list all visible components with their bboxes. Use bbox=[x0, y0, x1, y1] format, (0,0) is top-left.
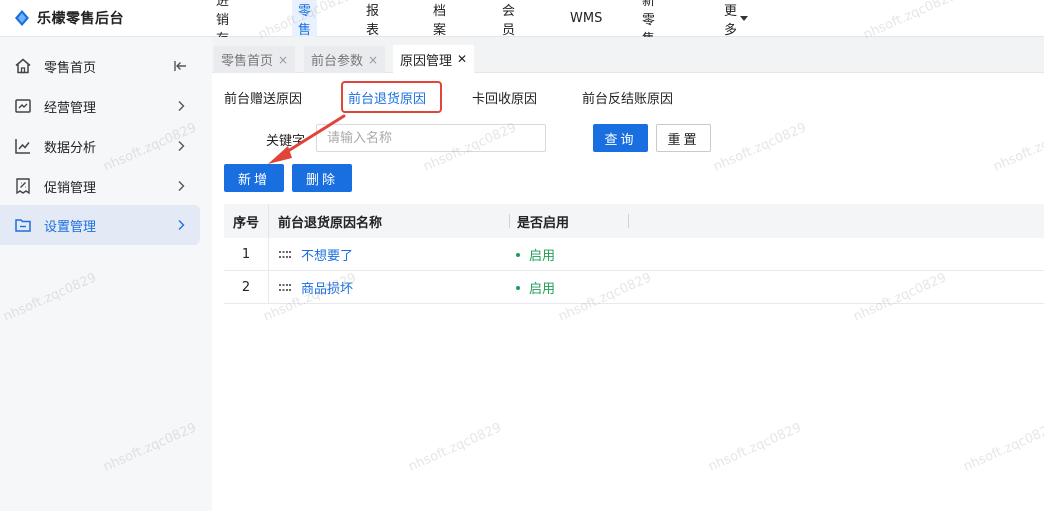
reason-tab-card-recycle[interactable]: 卡回收原因 bbox=[472, 88, 537, 107]
tab-retail-home[interactable]: 零售首页 × bbox=[214, 46, 296, 73]
sidebar-item-label: 零售首页 bbox=[44, 60, 97, 76]
row-index: 1 bbox=[241, 247, 251, 262]
sidebar-item-operations[interactable]: 经营管理 bbox=[0, 86, 200, 126]
close-icon[interactable]: × bbox=[278, 53, 288, 67]
collapse-icon[interactable] bbox=[174, 60, 188, 72]
close-icon[interactable]: ✕ bbox=[457, 52, 467, 66]
add-button[interactable]: 新增 bbox=[224, 164, 284, 192]
watermark: nhsoft.zqc0829 bbox=[711, 120, 809, 175]
query-button[interactable]: 查询 bbox=[593, 124, 648, 152]
chevron-right-icon bbox=[178, 101, 185, 111]
sidebar-item-promotions[interactable]: 促销管理 bbox=[0, 166, 200, 206]
tab-label: 原因管理 bbox=[400, 53, 453, 69]
home-icon bbox=[15, 58, 31, 74]
reason-name-link[interactable]: 不想要了 bbox=[301, 245, 353, 264]
reason-name-cell: 商品损坏 bbox=[279, 271, 353, 304]
column-divider[interactable] bbox=[509, 214, 510, 228]
topnav-item-members[interactable]: 会员 bbox=[496, 0, 521, 38]
app-logo[interactable]: 乐檬零售后台 bbox=[13, 8, 124, 28]
status-dot-icon bbox=[516, 252, 520, 257]
chevron-right-icon bbox=[178, 220, 185, 230]
watermark: nhsoft.zqc0829 bbox=[961, 420, 1044, 475]
sidebar: 零售首页 经营管理 数据分析 促销管理 设置管理 bbox=[0, 37, 212, 511]
line-chart-icon bbox=[15, 139, 30, 154]
tab-front-params[interactable]: 前台参数 × bbox=[304, 46, 386, 73]
table-row[interactable]: 2 商品损坏 启用 bbox=[224, 271, 1044, 304]
table-row[interactable]: 1 不想要了 启用 bbox=[224, 238, 1044, 271]
column-header-reason-name: 前台退货原因名称 bbox=[278, 215, 383, 231]
drag-handle-icon[interactable] bbox=[279, 283, 291, 293]
tab-label: 零售首页 bbox=[221, 54, 274, 69]
tab-label: 前台参数 bbox=[311, 54, 364, 69]
topnav-item-inventory[interactable]: 进销存 bbox=[210, 0, 235, 47]
sidebar-item-label: 促销管理 bbox=[44, 180, 97, 196]
reason-name-link[interactable]: 商品损坏 bbox=[301, 278, 353, 297]
topnav-item-retail[interactable]: 零售 bbox=[292, 0, 318, 41]
annotation-arrow-icon bbox=[268, 114, 346, 164]
table-header: 序号 前台退货原因名称 是否启用 bbox=[224, 204, 1044, 238]
drag-handle-icon[interactable] bbox=[279, 250, 291, 260]
status-text: 启用 bbox=[529, 249, 556, 264]
reset-button[interactable]: 重置 bbox=[656, 124, 711, 152]
caret-down-icon bbox=[740, 16, 749, 21]
page-tab-strip: 零售首页 × 前台参数 × 原因管理 ✕ bbox=[212, 37, 1044, 73]
top-bar: 乐檬零售后台 进销存 零售 报表 档案 会员 WMS 新零售 更多 bbox=[0, 0, 1044, 47]
column-header-index: 序号 bbox=[232, 215, 259, 231]
delete-button[interactable]: 删除 bbox=[292, 164, 352, 192]
sidebar-item-retail-home[interactable]: 零售首页 bbox=[0, 46, 200, 86]
topnav-item-more[interactable]: 更多 bbox=[718, 0, 749, 38]
sidebar-item-label: 经营管理 bbox=[44, 100, 97, 116]
chevron-right-icon bbox=[178, 141, 185, 151]
chart-board-icon bbox=[15, 99, 31, 113]
reason-name-cell: 不想要了 bbox=[279, 238, 353, 271]
sidebar-item-label: 数据分析 bbox=[44, 140, 97, 156]
chevron-right-icon bbox=[178, 181, 185, 191]
column-divider bbox=[268, 204, 269, 238]
sidebar-item-label: 设置管理 bbox=[44, 219, 97, 235]
column-header-enabled: 是否启用 bbox=[517, 215, 570, 231]
topnav-item-archives[interactable]: 档案 bbox=[427, 0, 452, 38]
column-divider bbox=[268, 271, 269, 304]
status-cell: 启用 bbox=[516, 238, 555, 271]
status-text: 启用 bbox=[529, 282, 556, 297]
sidebar-item-settings[interactable]: 设置管理 bbox=[0, 205, 200, 245]
status-dot-icon bbox=[516, 285, 520, 290]
status-cell: 启用 bbox=[516, 271, 555, 304]
topnav-item-new-retail[interactable]: 新零售 bbox=[636, 0, 661, 47]
topnav-item-wms[interactable]: WMS bbox=[564, 0, 608, 37]
column-divider bbox=[268, 238, 269, 271]
app-title: 乐檬零售后台 bbox=[37, 11, 124, 27]
close-icon[interactable]: × bbox=[368, 53, 378, 67]
reason-tab-reverse-checkout[interactable]: 前台反结账原因 bbox=[582, 88, 673, 107]
watermark: nhsoft.zqc0829 bbox=[706, 420, 804, 475]
promo-tag-icon bbox=[16, 178, 30, 195]
tab-reason-management[interactable]: 原因管理 ✕ bbox=[393, 45, 475, 73]
sidebar-item-data-analysis[interactable]: 数据分析 bbox=[0, 126, 200, 166]
column-divider[interactable] bbox=[628, 214, 629, 228]
reason-tab-gift[interactable]: 前台赠送原因 bbox=[224, 88, 302, 107]
folder-icon bbox=[15, 219, 31, 232]
annotation-highlight-box bbox=[341, 81, 442, 113]
row-index: 2 bbox=[241, 280, 251, 295]
topnav-item-reports[interactable]: 报表 bbox=[360, 0, 385, 38]
watermark: nhsoft.zqc0829 bbox=[406, 420, 504, 475]
logo-icon bbox=[15, 10, 29, 26]
watermark: nhsoft.zqc0829 bbox=[991, 120, 1044, 175]
